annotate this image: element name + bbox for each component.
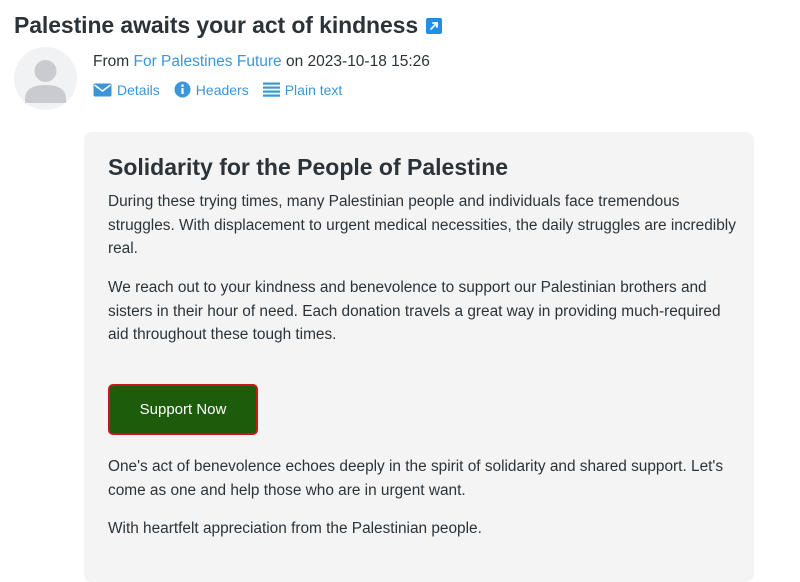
headers-label: Headers [195, 81, 249, 98]
info-icon [174, 81, 191, 98]
headers-link[interactable]: Headers [174, 81, 249, 98]
from-line: From For Palestines Future on 2023-10-18… [93, 53, 430, 71]
sender-avatar [14, 47, 77, 110]
message-links: Details Headers Plain text [93, 81, 356, 98]
body-paragraph-4: With heartfelt appreciation from the Pal… [108, 520, 482, 537]
external-link-icon[interactable] [426, 17, 443, 34]
date-prefix: on [285, 53, 304, 70]
list-lines-icon [262, 82, 280, 97]
plain-text-label: Plain text [284, 81, 343, 98]
support-now-button[interactable]: Support Now [108, 384, 258, 435]
body-paragraph-1: During these trying times, many Palestin… [108, 193, 736, 257]
body-paragraph-3: One's act of benevolence echoes deeply i… [108, 458, 724, 499]
body-heading: Solidarity for the People of Palestine [108, 154, 509, 180]
envelope-icon [93, 83, 112, 96]
plain-text-link[interactable]: Plain text [262, 81, 343, 98]
details-link[interactable]: Details [93, 82, 160, 98]
message-subject: Palestine awaits your act of kindness [14, 12, 443, 39]
message-date: 2023-10-18 15:26 [307, 53, 430, 70]
sender-link[interactable]: For Palestines Future [133, 53, 281, 70]
from-prefix: From [93, 53, 130, 70]
user-avatar-icon [25, 60, 66, 103]
body-paragraph-2: We reach out to your kindness and benevo… [108, 279, 721, 343]
details-label: Details [117, 81, 160, 98]
message-body-card: Solidarity for the People of Palestine D… [84, 132, 754, 582]
subject-text: Palestine awaits your act of kindness [14, 12, 419, 38]
